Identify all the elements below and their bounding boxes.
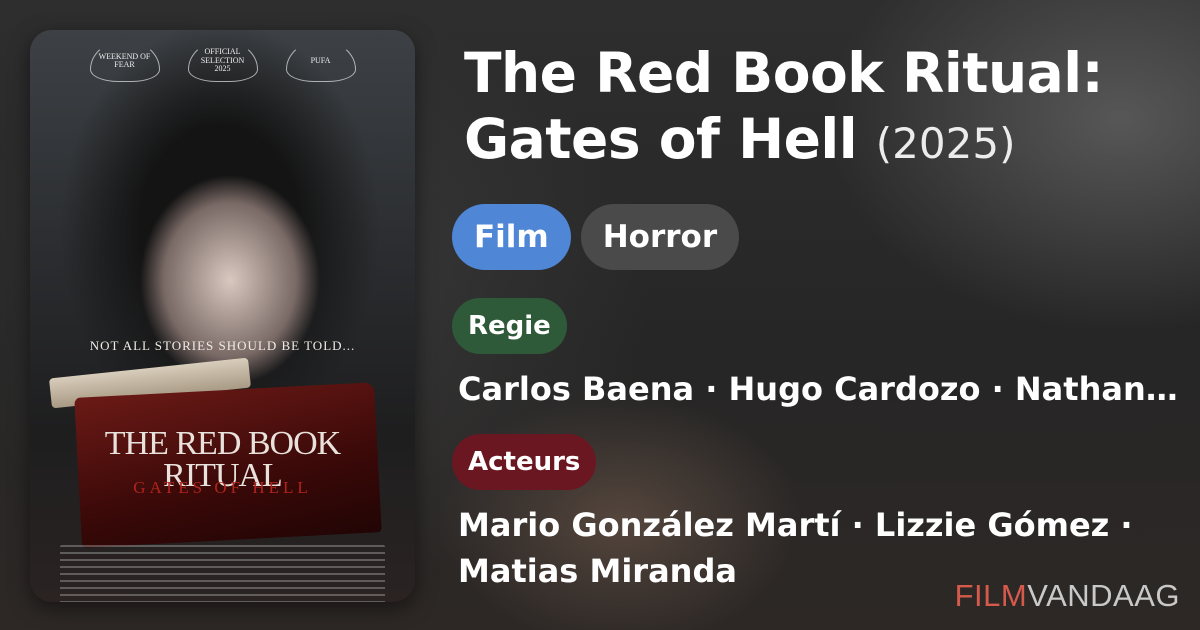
movie-title-line1: The Red Book Ritual: [464,41,1104,105]
logo-part-film: FILM [954,578,1028,613]
genre-chip-horror[interactable]: Horror [580,204,740,270]
laurel-award: WEEKEND OF FEAR [89,40,160,82]
movie-title-line2: Gates of Hell [464,107,858,171]
tag-chips: Film Horror [452,204,740,270]
poster-tagline: NOT ALL STORIES SHOULD BE TOLD... [89,338,356,353]
poster-credits-block [60,545,385,602]
laurel-award: OFFICIAL SELECTION 2025 [187,40,258,82]
logo-part-vandaag: VANDAAG [1027,578,1180,613]
cast-label: Acteurs [452,434,597,490]
movie-year: (2025) [875,119,1016,168]
director-names[interactable]: Carlos Baena · Hugo Cardozo · Nathan Col… [458,366,1178,412]
laurel-award: PUFA [285,40,356,82]
poster-subtitle: GATES OF HELL [133,478,312,497]
poster-laurels: WEEKEND OF FEAR OFFICIAL SELECTION 2025 … [30,40,415,82]
movie-title: The Red Book Ritual: Gates of Hell (2025… [464,40,1184,177]
filmvandaag-logo[interactable]: FILMVANDAAG [955,578,1180,614]
type-chip-film[interactable]: Film [452,204,571,270]
movie-poster[interactable]: WEEKEND OF FEAR OFFICIAL SELECTION 2025 … [30,30,415,602]
poster-title-line1: THE RED BOOK [104,425,341,462]
director-label: Regie [452,298,567,354]
